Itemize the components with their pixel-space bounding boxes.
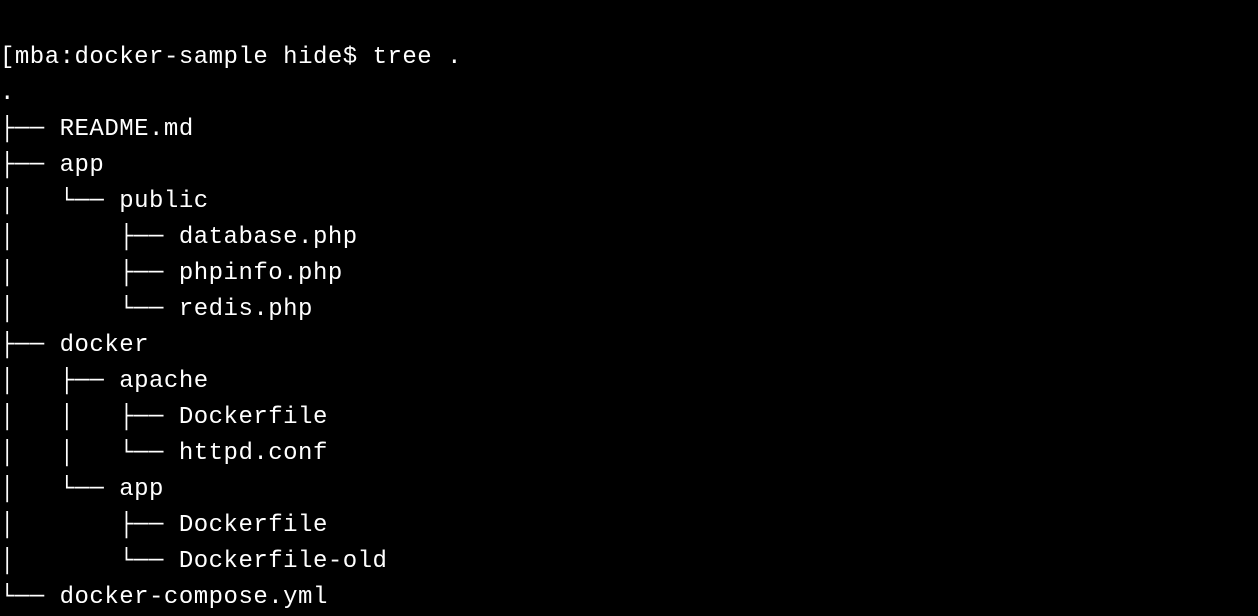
tree-line: └── docker-compose.yml	[0, 584, 328, 611]
command-text: tree .	[373, 44, 462, 71]
prompt-line: [mba:docker-sample hide$ tree .	[0, 44, 462, 71]
prompt-host: mba	[15, 44, 60, 71]
tree-line: │ └── app	[0, 476, 164, 503]
tree-line: │ │ └── httpd.conf	[0, 440, 328, 467]
tree-line: │ ├── Dockerfile	[0, 512, 328, 539]
terminal-output[interactable]: [mba:docker-sample hide$ tree . . ├── RE…	[0, 4, 1258, 616]
tree-line: │ └── public	[0, 188, 209, 215]
tree-line: │ ├── database.php	[0, 224, 358, 251]
tree-line: ├── app	[0, 152, 104, 179]
tree-line: ├── README.md	[0, 116, 194, 143]
tree-line: │ └── redis.php	[0, 296, 313, 323]
tree-line: ├── docker	[0, 332, 149, 359]
prompt-user: hide	[283, 44, 343, 71]
prompt-sep1: :	[60, 44, 75, 71]
tree-line: │ │ ├── Dockerfile	[0, 404, 328, 431]
prompt-directory: docker-sample	[75, 44, 269, 71]
tree-line: │ └── Dockerfile-old	[0, 548, 387, 575]
tree-root: .	[0, 80, 15, 107]
leading-bracket: [	[0, 44, 15, 71]
tree-line: │ ├── phpinfo.php	[0, 260, 343, 287]
tree-line: │ ├── apache	[0, 368, 209, 395]
prompt-sep2: $	[343, 44, 358, 71]
